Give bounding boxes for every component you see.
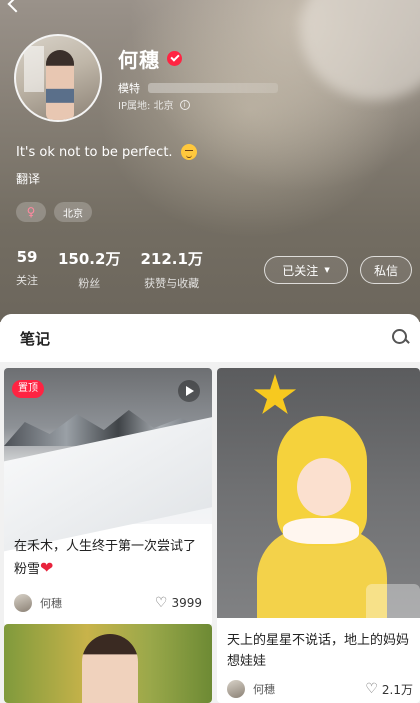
translate-link[interactable]: 翻译 bbox=[16, 170, 40, 187]
author-name[interactable]: 何穗 bbox=[253, 681, 365, 697]
pinned-badge: 置顶 bbox=[12, 380, 44, 398]
tab-bar: 笔记 bbox=[0, 314, 420, 362]
ip-location: IP属地: 北京 bbox=[118, 101, 174, 112]
play-icon bbox=[178, 380, 200, 402]
red-heart-emoji-icon: ❤ bbox=[40, 558, 54, 577]
message-button[interactable]: 私信 bbox=[360, 256, 412, 284]
note-card[interactable]: 天上的星星不说话，地上的妈妈想娃娃 何穗 ♡ 2.1万 bbox=[217, 368, 420, 703]
background-glow bbox=[300, 0, 420, 100]
city-tag: 北京 bbox=[54, 202, 92, 222]
relieved-face-emoji-icon bbox=[180, 144, 197, 160]
back-chevron-icon[interactable] bbox=[7, 0, 25, 13]
avatar[interactable] bbox=[14, 34, 102, 122]
stat-label: 获赞与收藏 bbox=[144, 277, 200, 290]
stat-likes[interactable]: 212.1万 获赞与收藏 bbox=[140, 248, 202, 291]
baby-face bbox=[297, 458, 351, 516]
female-icon: ♀ bbox=[26, 205, 36, 219]
note-cover-image[interactable] bbox=[217, 368, 420, 618]
heart-outline-icon[interactable]: ♡ bbox=[155, 595, 168, 611]
author-avatar[interactable] bbox=[227, 680, 245, 698]
following-button-label: 已关注 bbox=[282, 263, 319, 278]
author-avatar[interactable] bbox=[14, 594, 32, 612]
stat-value: 59 bbox=[16, 248, 38, 266]
note-card[interactable] bbox=[4, 624, 212, 703]
like-count: 3999 bbox=[171, 596, 202, 610]
bio-row: It's ok not to be perfect. bbox=[16, 144, 197, 160]
blurred-text bbox=[148, 83, 278, 93]
stat-value: 150.2万 bbox=[58, 250, 121, 268]
profession-label: 模特 bbox=[118, 82, 140, 95]
name-row: 何穗 bbox=[118, 44, 182, 73]
info-icon[interactable]: i bbox=[179, 99, 190, 110]
watermark bbox=[366, 584, 420, 624]
profession-row: 模特 bbox=[118, 80, 278, 96]
baby-collar bbox=[283, 518, 359, 544]
profile-name: 何穗 bbox=[118, 48, 160, 72]
note-meta: 何穗 ♡ 2.1万 bbox=[227, 680, 413, 698]
note-cover-image[interactable] bbox=[4, 624, 212, 703]
stat-value: 212.1万 bbox=[140, 250, 203, 268]
stat-followers[interactable]: 150.2万 粉丝 bbox=[58, 248, 120, 291]
search-icon[interactable] bbox=[392, 329, 408, 345]
caret-down-icon: ▼ bbox=[324, 266, 330, 274]
avatar-figure bbox=[46, 50, 74, 120]
portrait-figure bbox=[82, 634, 138, 703]
author-name[interactable]: 何穗 bbox=[40, 595, 155, 611]
heart-outline-icon[interactable]: ♡ bbox=[365, 681, 378, 697]
star-hat-tip bbox=[253, 374, 297, 415]
note-meta: 何穗 ♡ 3999 bbox=[14, 594, 202, 612]
avatar-window bbox=[24, 46, 44, 92]
stat-label: 关注 bbox=[16, 274, 38, 287]
stat-following[interactable]: 59 关注 bbox=[16, 248, 38, 291]
tab-notes[interactable]: 笔记 bbox=[20, 328, 50, 349]
note-title[interactable]: 天上的星星不说话，地上的妈妈想娃娃 bbox=[227, 630, 413, 672]
note-title[interactable]: 在禾木，人生终于第一次尝试了粉雪❤ bbox=[14, 536, 204, 580]
notes-section: 笔记 置顶 在禾木，人生终于第一次尝试了粉雪❤ 何穗 ♡ 3999 天上的星星不… bbox=[0, 314, 420, 703]
bio-text: It's ok not to be perfect. bbox=[16, 144, 173, 160]
ip-location-row: IP属地: 北京 i bbox=[118, 97, 190, 112]
following-button[interactable]: 已关注 ▼ bbox=[264, 256, 348, 284]
note-card[interactable]: 置顶 在禾木，人生终于第一次尝试了粉雪❤ 何穗 ♡ 3999 bbox=[4, 368, 212, 626]
stat-label: 粉丝 bbox=[78, 277, 101, 290]
profile-header: 何穗 模特 IP属地: 北京 i It's ok not to be perfe… bbox=[0, 0, 420, 322]
like-count: 2.1万 bbox=[381, 682, 413, 697]
note-cover-image[interactable]: 置顶 bbox=[4, 368, 212, 556]
gender-tag: ♀ bbox=[16, 202, 46, 222]
verified-check-icon bbox=[167, 51, 182, 66]
stats-row: 59 关注 150.2万 粉丝 212.1万 获赞与收藏 bbox=[16, 248, 223, 291]
